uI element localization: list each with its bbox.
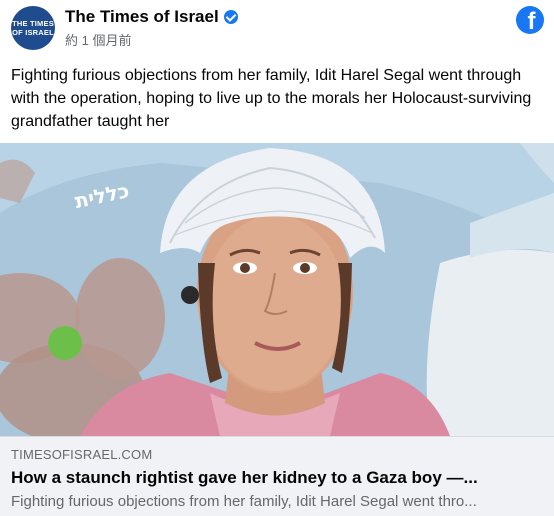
page-name[interactable]: The Times of Israel	[65, 7, 219, 27]
verified-badge-icon	[223, 10, 238, 24]
link-domain: TIMESOFISRAEL.COM	[11, 447, 153, 462]
avatar-text-line2: OF ISRAEL	[12, 28, 54, 37]
page-avatar[interactable]: THE TIMES OF ISRAEL	[11, 6, 55, 50]
link-preview-image[interactable]: כללית	[0, 143, 554, 436]
facebook-post-card: THE TIMES OF ISRAEL The Times of Israel …	[0, 0, 554, 516]
link-description: Fighting furious objections from her fam…	[11, 493, 477, 510]
page-name-link[interactable]: The Times of Israel	[65, 7, 238, 27]
post-message: Fighting furious objections from her fam…	[11, 67, 532, 130]
post-header: THE TIMES OF ISRAEL The Times of Israel …	[0, 0, 554, 60]
photo-illustration: כללית	[0, 143, 554, 436]
avatar-text-line1: THE TIMES	[12, 19, 54, 28]
link-title[interactable]: How a staunch rightist gave her kidney t…	[11, 468, 545, 488]
link-preview[interactable]: TIMESOFISRAEL.COM How a staunch rightist…	[0, 436, 554, 516]
post-timestamp[interactable]: 約 1 個月前	[65, 30, 131, 49]
facebook-icon[interactable]: f	[516, 6, 544, 34]
